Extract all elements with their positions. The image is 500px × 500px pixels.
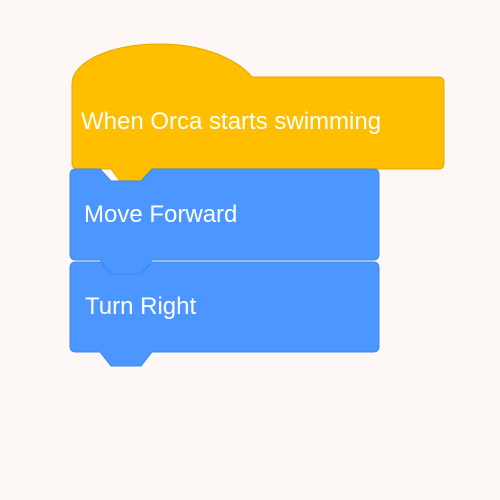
block-stack: [69, 43, 445, 367]
move-forward-block[interactable]: [69, 168, 380, 275]
code-workspace[interactable]: When Orca starts swimming Move Forward T…: [0, 0, 500, 500]
when-orca-starts-swimming-block[interactable]: [71, 43, 445, 182]
turn-right-block[interactable]: [69, 261, 380, 367]
